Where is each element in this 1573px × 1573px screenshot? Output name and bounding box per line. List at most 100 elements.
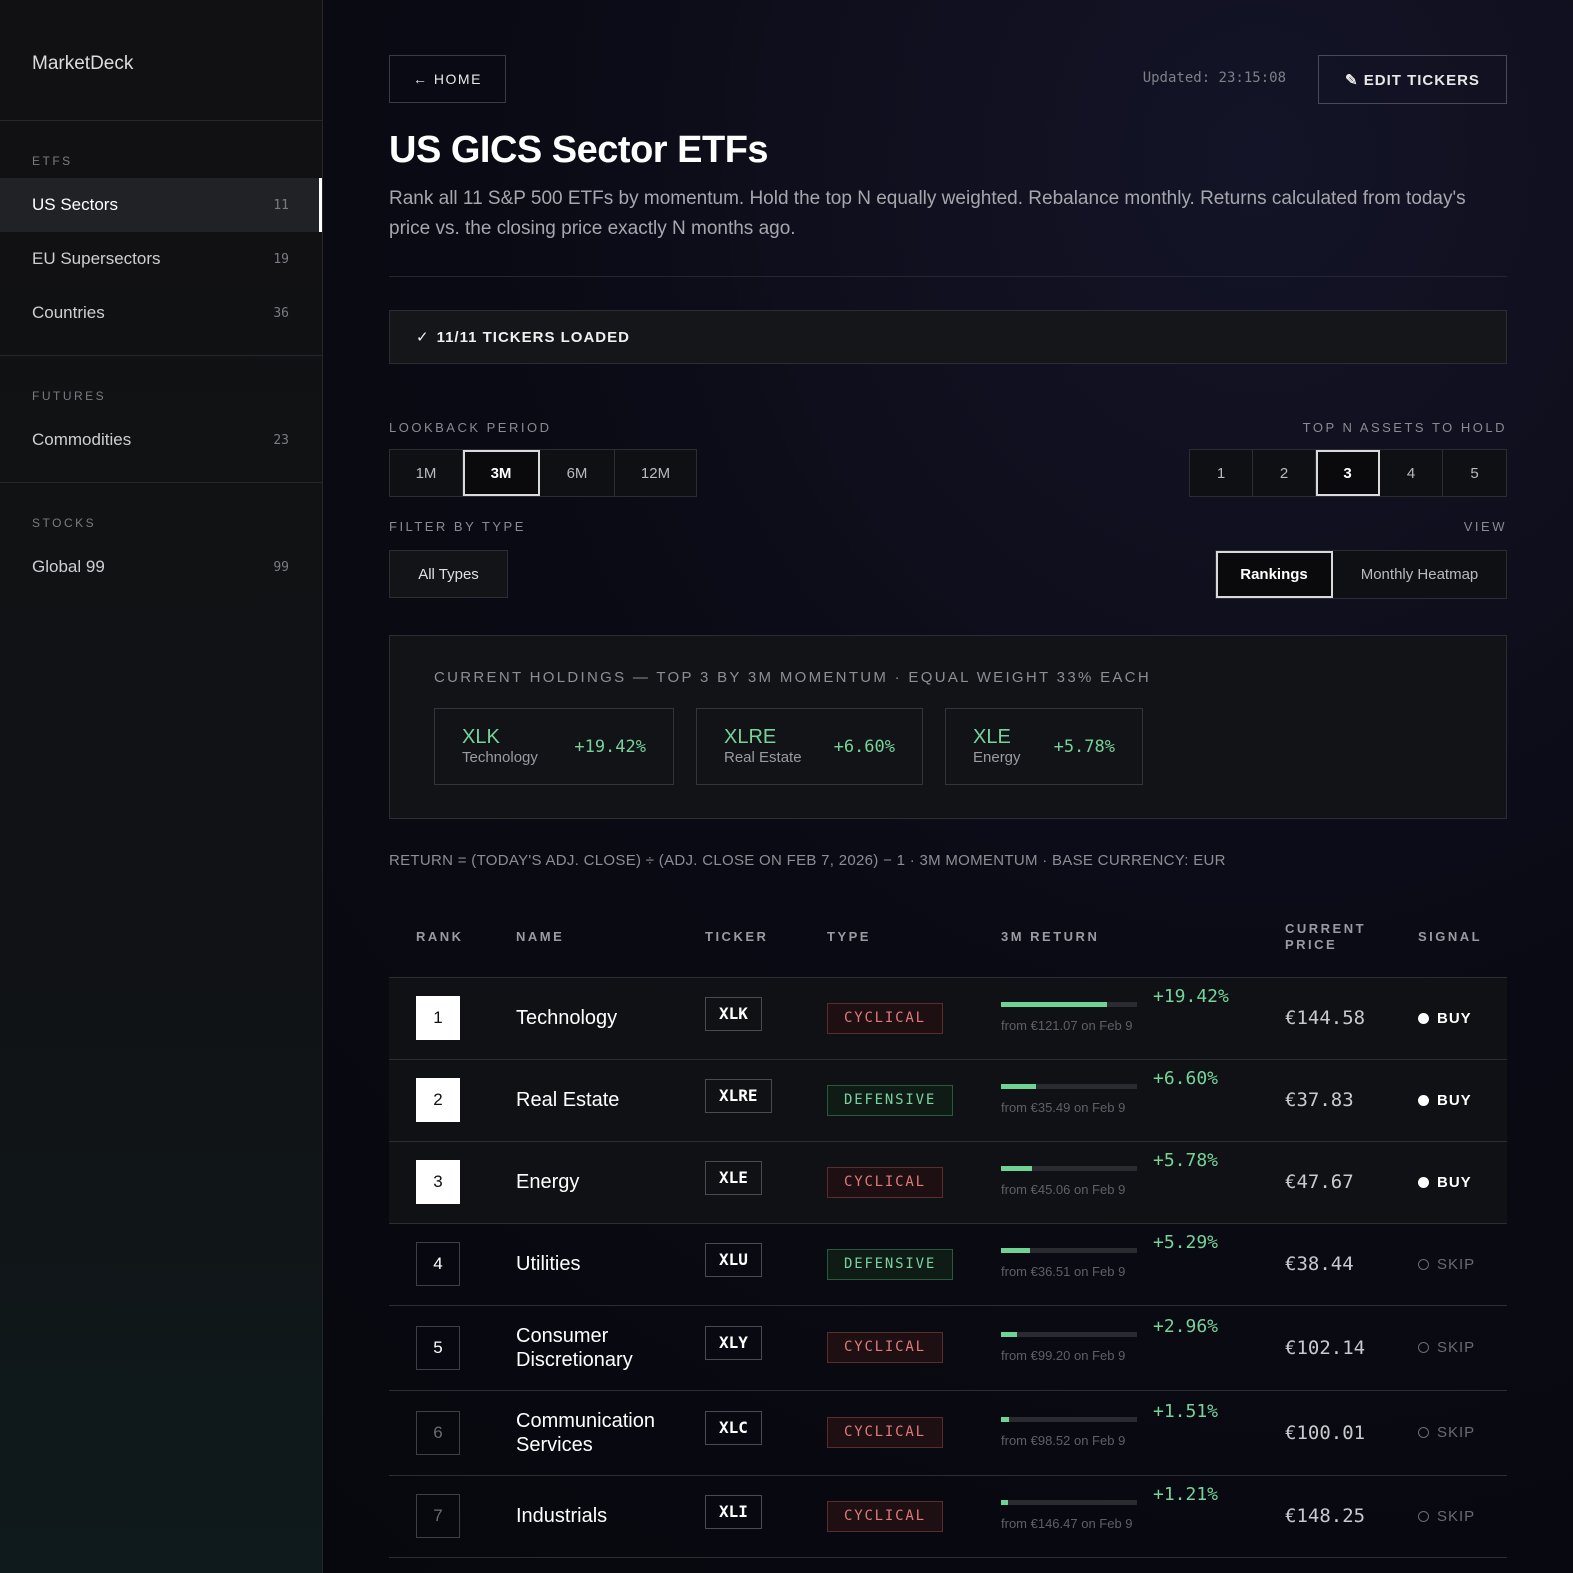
- sidebar: MarketDeck ETFS US Sectors 11 EU Superse…: [0, 0, 323, 1573]
- view-option-heatmap[interactable]: Monthly Heatmap: [1333, 551, 1506, 598]
- return-cell: from €121.07 on Feb 9 +19.42%: [1001, 986, 1285, 1042]
- return-bar-fill: [1001, 1084, 1037, 1089]
- rank-badge: 7: [416, 1494, 460, 1538]
- col-type[interactable]: TYPE: [827, 897, 1001, 978]
- return-cell: from €45.06 on Feb 9 +5.78%: [1001, 1150, 1285, 1206]
- signal-dot-icon: [1418, 1258, 1429, 1270]
- check-icon: ✓: [416, 329, 430, 346]
- sidebar-item-us-sectors[interactable]: US Sectors 11: [0, 178, 322, 232]
- row-name-line1: Consumer: [516, 1324, 609, 1347]
- row-name-line2: Services: [516, 1433, 593, 1456]
- signal-indicator: SKIP: [1418, 1508, 1507, 1525]
- type-badge: CYCLICAL: [827, 1166, 943, 1198]
- table-row[interactable]: 7 Industrials XLI CYCLICAL from €146.47 …: [389, 1475, 1507, 1557]
- type-badge: DEFENSIVE: [827, 1084, 954, 1116]
- edit-tickers-button[interactable]: ✎ EDIT TICKERS: [1318, 55, 1507, 104]
- col-ticker[interactable]: TICKER: [705, 897, 827, 978]
- top-n-option-4[interactable]: 4: [1380, 450, 1443, 496]
- return-from: from €36.51 on Feb 9: [1001, 1264, 1126, 1279]
- return-formula: RETURN = (TODAY'S ADJ. CLOSE) ÷ (ADJ. CL…: [389, 852, 1226, 869]
- return-value: +1.21%: [1153, 1484, 1219, 1505]
- home-button[interactable]: ← HOME: [389, 55, 506, 103]
- return-value: +6.60%: [1153, 1068, 1219, 1089]
- sidebar-group-futures: FUTURES Commodities 23: [0, 356, 322, 483]
- ticker-chip: XLRE: [705, 1078, 772, 1113]
- signal-label: SKIP: [1437, 1339, 1476, 1356]
- sidebar-item-global-99[interactable]: Global 99 99: [0, 540, 322, 594]
- table-row[interactable]: 5 Consumer Discretionary XLY CYCLICAL fro…: [389, 1305, 1507, 1390]
- col-price[interactable]: CURRENT PRICE: [1285, 897, 1418, 978]
- tickers-loaded-status: ✓ 11/11 TICKERS LOADED: [389, 310, 1507, 364]
- top-n-option-3[interactable]: 3: [1316, 450, 1380, 496]
- return-bar: [1001, 1166, 1137, 1171]
- current-price: €100.01: [1285, 1421, 1366, 1444]
- rank-badge: 6: [416, 1410, 460, 1455]
- signal-dot-icon: [1418, 1094, 1429, 1106]
- period-controls: LOOKBACK PERIOD 1M 3M 6M 12M TOP N ASSET…: [389, 417, 1507, 527]
- table-row[interactable]: 3 Energy XLE CYCLICAL from €45.06 on Feb…: [389, 1141, 1507, 1223]
- view-option-rankings[interactable]: Rankings: [1216, 551, 1333, 598]
- table-row[interactable]: 4 Utilities XLU DEFENSIVE from €36.51 on…: [389, 1223, 1507, 1305]
- rank-badge: 2: [416, 1078, 460, 1122]
- current-price: €144.58: [1285, 1007, 1366, 1029]
- type-badge: CYCLICAL: [827, 1500, 943, 1532]
- return-cell: from €36.51 on Feb 9 +5.29%: [1001, 1232, 1285, 1288]
- return-bar-fill: [1001, 1331, 1018, 1337]
- col-return[interactable]: 3M RETURN: [1001, 897, 1285, 978]
- signal-indicator: SKIP: [1418, 1339, 1507, 1356]
- return-bar: [1001, 1500, 1137, 1505]
- signal-indicator: BUY: [1418, 1092, 1507, 1109]
- lookback-option-6m[interactable]: 6M: [540, 450, 615, 496]
- row-name: Communication Services: [516, 1390, 705, 1475]
- rank-badge: 4: [416, 1242, 460, 1286]
- sidebar-item-countries[interactable]: Countries 36: [0, 286, 322, 340]
- holding-card[interactable]: XLE Energy +5.78%: [945, 708, 1143, 785]
- return-from: from €121.07 on Feb 9: [1001, 1018, 1133, 1033]
- ticker-chip: XLY: [705, 1326, 762, 1360]
- return-from: from €45.06 on Feb 9: [1001, 1182, 1126, 1197]
- col-signal[interactable]: SIGNAL: [1418, 897, 1507, 978]
- top-n-option-5[interactable]: 5: [1443, 450, 1506, 496]
- return-bar: [1001, 1331, 1137, 1337]
- top-n-option-1[interactable]: 1: [1190, 450, 1253, 496]
- table-row[interactable]: 6 Communication Services XLC CYCLICAL fro…: [389, 1390, 1507, 1475]
- table-header-row: RANK NAME TICKER TYPE 3M RETURN CURRENT P…: [389, 897, 1507, 978]
- holding-card[interactable]: XLRE Real Estate +6.60%: [696, 708, 923, 785]
- sidebar-item-count: 23: [273, 432, 289, 448]
- lookback-option-3m[interactable]: 3M: [463, 450, 540, 496]
- current-holdings-panel: CURRENT HOLDINGS — TOP 3 BY 3M MOMENTUM …: [389, 635, 1507, 819]
- signal-dot-icon: [1418, 1176, 1429, 1188]
- top-n-option-2[interactable]: 2: [1253, 450, 1316, 496]
- brand-logo[interactable]: MarketDeck: [0, 0, 322, 121]
- return-cell: from €146.47 on Feb 9 +1.21%: [1001, 1484, 1285, 1540]
- type-badge: DEFENSIVE: [827, 1248, 954, 1280]
- col-name[interactable]: NAME: [516, 897, 705, 978]
- signal-label: BUY: [1437, 1009, 1472, 1027]
- row-name: Real Estate: [516, 1089, 620, 1111]
- col-rank[interactable]: RANK: [389, 897, 516, 978]
- type-filter-dropdown[interactable]: All Types: [389, 550, 508, 598]
- table-row[interactable]: 1 Technology XLK CYCLICAL from €121.07 o…: [389, 977, 1507, 1059]
- return-bar: [1001, 1416, 1137, 1422]
- sidebar-item-eu-supersectors[interactable]: EU Supersectors 19: [0, 232, 322, 286]
- return-from: from €98.52 on Feb 9: [1001, 1432, 1126, 1448]
- return-bar-fill: [1001, 1416, 1010, 1422]
- holding-card[interactable]: XLK Technology +19.42%: [434, 708, 674, 785]
- current-price: €38.44: [1285, 1253, 1354, 1275]
- lookback-option-1m[interactable]: 1M: [390, 450, 463, 496]
- signal-label: BUY: [1437, 1091, 1472, 1109]
- sidebar-group-etfs: ETFS US Sectors 11 EU Supersectors 19 Co…: [0, 121, 322, 356]
- signal-dot-icon: [1418, 1427, 1429, 1438]
- lookback-option-12m[interactable]: 12M: [615, 450, 696, 496]
- sidebar-item-commodities[interactable]: Commodities 23: [0, 413, 322, 467]
- return-cell: from €35.49 on Feb 9 +6.60%: [1001, 1068, 1285, 1124]
- return-value: +5.29%: [1153, 1232, 1219, 1253]
- status-text: 11/11 TICKERS LOADED: [436, 328, 630, 346]
- signal-indicator: BUY: [1418, 1174, 1507, 1191]
- sidebar-item-count: 19: [273, 251, 289, 267]
- lookback-label: LOOKBACK PERIOD: [389, 420, 552, 435]
- row-name: Utilities: [516, 1253, 581, 1275]
- table-row[interactable]: 2 Real Estate XLRE DEFENSIVE from €35.49…: [389, 1059, 1507, 1141]
- filter-label: FILTER BY TYPE: [389, 519, 526, 534]
- group-label: ETFS: [32, 154, 73, 168]
